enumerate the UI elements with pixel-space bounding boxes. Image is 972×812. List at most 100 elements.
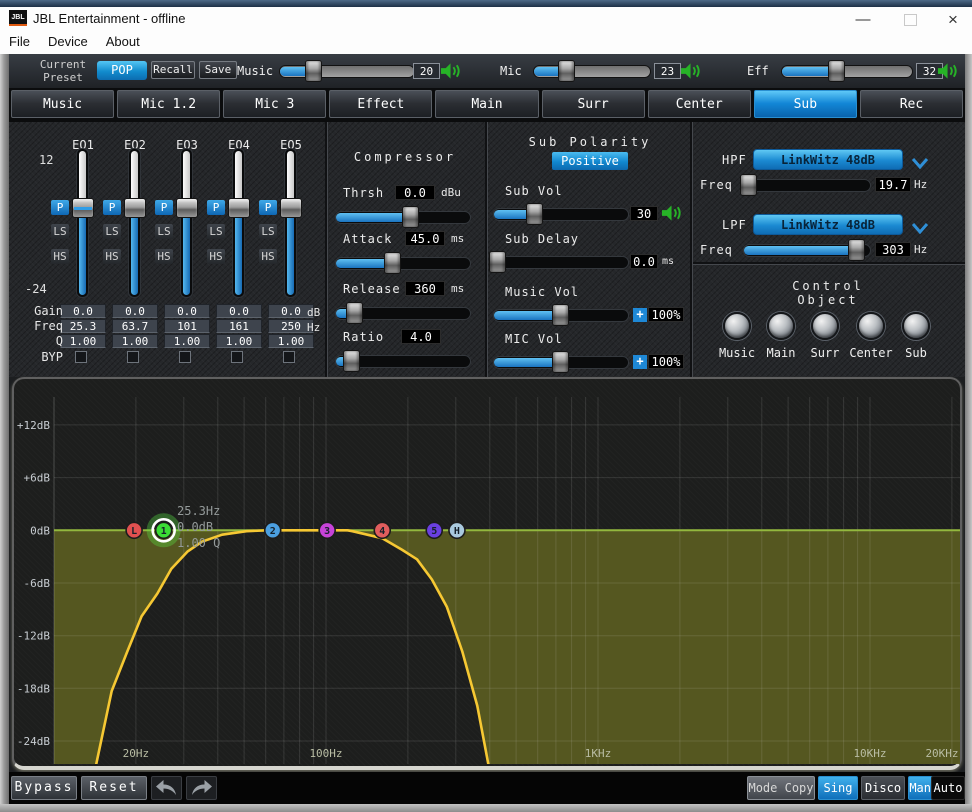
hpf-freq-slider[interactable] <box>743 174 871 196</box>
hpf-type-dropdown[interactable]: LinkWitz 48dB <box>753 149 903 170</box>
music-volume-slider-handle[interactable] <box>305 60 322 82</box>
hpf-freq-slider-handle[interactable] <box>740 174 757 196</box>
mic-volume-slider[interactable] <box>533 60 651 82</box>
maximize-button[interactable] <box>895 7 925 32</box>
eq4-hs-button[interactable]: HS <box>207 249 225 264</box>
eq3-bypass-checkbox[interactable] <box>179 351 191 363</box>
eq5-p-button[interactable]: P <box>259 200 277 215</box>
save-button[interactable]: Save <box>199 61 237 79</box>
compressor-ratio-slider[interactable] <box>335 350 471 372</box>
sub-mic-vol-slider-handle[interactable] <box>552 351 569 373</box>
eff-volume-slider-handle[interactable] <box>828 60 845 82</box>
mode-button-auto[interactable]: Auto <box>931 776 965 800</box>
menu-item-device[interactable]: Device <box>39 32 97 51</box>
control-knob-surr[interactable] <box>811 312 839 340</box>
lpf-freq-slider-handle[interactable] <box>848 239 865 261</box>
eq5-hs-button[interactable]: HS <box>259 249 277 264</box>
eq5-ls-button[interactable]: LS <box>259 224 277 239</box>
sub-music-vol-slider-handle[interactable] <box>552 304 569 326</box>
mode-button-disco[interactable]: Disco <box>861 776 905 800</box>
eq-marker-1[interactable]: 1 <box>150 516 178 544</box>
mode-copy-button[interactable]: Mode Copy <box>747 776 815 800</box>
tab-music[interactable]: Music <box>11 90 114 118</box>
sub-mic-vol-slider[interactable] <box>493 351 629 373</box>
menu-item-about[interactable]: About <box>97 32 149 51</box>
eq1-hs-button[interactable]: HS <box>51 249 69 264</box>
eq4-p-button[interactable]: P <box>207 200 225 215</box>
eq1-p-button[interactable]: P <box>51 200 69 215</box>
eq3-gain-slider[interactable] <box>176 148 198 298</box>
redo-button[interactable] <box>186 776 217 800</box>
compressor-release-slider[interactable] <box>335 302 471 324</box>
eq2-p-button[interactable]: P <box>103 200 121 215</box>
eq-marker-h[interactable]: H <box>449 522 465 538</box>
eq1-bypass-checkbox[interactable] <box>75 351 87 363</box>
mode-button-sing[interactable]: Sing <box>818 776 858 800</box>
control-knob-sub[interactable] <box>902 312 930 340</box>
lpf-freq-slider[interactable] <box>743 239 871 261</box>
control-knob-main[interactable] <box>767 312 795 340</box>
reset-button[interactable]: Reset <box>81 776 147 800</box>
undo-button[interactable] <box>151 776 182 800</box>
sub-music-vol-slider[interactable] <box>493 304 629 326</box>
preset-value-button[interactable]: POP <box>97 61 147 80</box>
eq4-gain-slider[interactable] <box>228 148 250 298</box>
sub-polarity-button[interactable]: Positive <box>552 152 628 170</box>
eq2-ls-button[interactable]: LS <box>103 224 121 239</box>
sub-mic-vol-plus-icon[interactable]: + <box>633 355 647 369</box>
eq-marker-3[interactable]: 3 <box>319 522 335 538</box>
tab-center[interactable]: Center <box>648 90 751 118</box>
eq1-gain-slider[interactable] <box>72 148 94 298</box>
eq3-gain-handle[interactable] <box>176 198 198 218</box>
eq4-gain-handle[interactable] <box>228 198 250 218</box>
eq2-hs-button[interactable]: HS <box>103 249 121 264</box>
tab-mic-1-2[interactable]: Mic 1.2 <box>117 90 220 118</box>
eq3-ls-button[interactable]: LS <box>155 224 173 239</box>
menu-item-file[interactable]: File <box>0 32 39 51</box>
music-volume-slider[interactable] <box>279 60 415 82</box>
tab-surr[interactable]: Surr <box>542 90 645 118</box>
eq2-gain-slider[interactable] <box>124 148 146 298</box>
eq2-bypass-checkbox[interactable] <box>127 351 139 363</box>
eq2-gain-handle[interactable] <box>124 198 146 218</box>
eq-marker-5[interactable]: 5 <box>426 522 442 538</box>
compressor-ratio-slider-handle[interactable] <box>343 350 360 372</box>
sub-sub-vol-slider-handle[interactable] <box>526 203 543 225</box>
frequency-response-graph[interactable]: +12dB+6dB0dB-6dB-12dB-18dB-24dB20Hz100Hz… <box>12 377 962 770</box>
control-knob-center[interactable] <box>857 312 885 340</box>
mic-speaker-icon[interactable] <box>680 62 703 80</box>
tab-mic-3[interactable]: Mic 3 <box>223 90 326 118</box>
compressor-release-slider-handle[interactable] <box>346 302 363 324</box>
control-knob-music[interactable] <box>723 312 751 340</box>
tab-rec[interactable]: Rec <box>860 90 963 118</box>
bypass-button[interactable]: Bypass <box>11 776 77 800</box>
lpf-type-dropdown[interactable]: LinkWitz 48dB <box>753 214 903 235</box>
compressor-attack-slider-handle[interactable] <box>384 252 401 274</box>
eq5-gain-slider[interactable] <box>280 148 302 298</box>
recall-button[interactable]: Recall <box>151 61 195 79</box>
tab-effect[interactable]: Effect <box>329 90 432 118</box>
eq-marker-l[interactable]: L <box>126 522 142 538</box>
music-speaker-icon[interactable] <box>440 62 463 80</box>
compressor-thrsh-slider-handle[interactable] <box>402 206 419 228</box>
tab-sub[interactable]: Sub <box>754 90 857 118</box>
tab-main[interactable]: Main <box>435 90 538 118</box>
eq1-ls-button[interactable]: LS <box>51 224 69 239</box>
close-button[interactable]: × <box>938 7 968 32</box>
eq1-gain-handle[interactable] <box>72 198 94 218</box>
eq3-hs-button[interactable]: HS <box>155 249 173 264</box>
sub-sub-delay-slider-handle[interactable] <box>489 251 506 273</box>
eff-speaker-icon[interactable] <box>937 62 960 80</box>
eq-marker-2[interactable]: 2 <box>265 522 281 538</box>
hpf-dropdown-chevron-icon[interactable] <box>911 154 929 168</box>
eq3-p-button[interactable]: P <box>155 200 173 215</box>
mic-volume-slider-handle[interactable] <box>558 60 575 82</box>
minimize-button[interactable]: — <box>848 7 878 32</box>
sub-sub-vol-slider[interactable] <box>493 203 629 225</box>
eq4-bypass-checkbox[interactable] <box>231 351 243 363</box>
eq5-bypass-checkbox[interactable] <box>283 351 295 363</box>
eff-volume-slider[interactable] <box>781 60 913 82</box>
sub-music-vol-plus-icon[interactable]: + <box>633 308 647 322</box>
compressor-thrsh-slider[interactable] <box>335 206 471 228</box>
eq-marker-4[interactable]: 4 <box>374 522 390 538</box>
